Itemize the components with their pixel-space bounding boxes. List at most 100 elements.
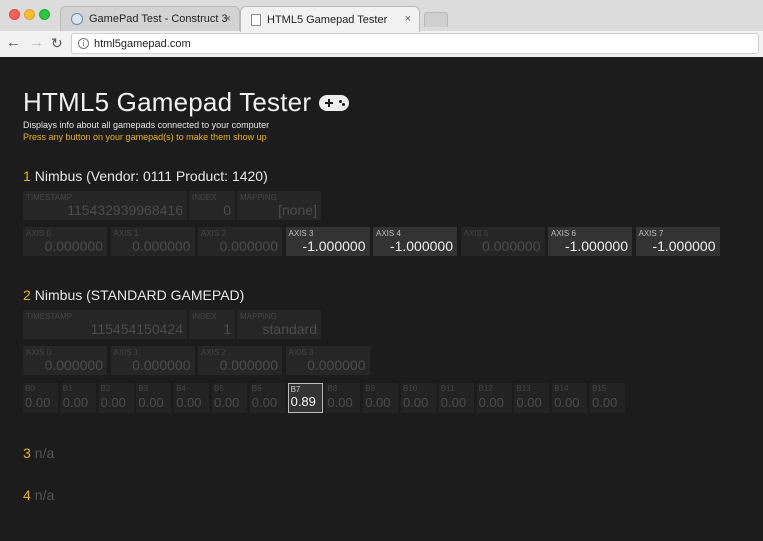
- close-window-button[interactable]: [9, 9, 20, 20]
- button-label: B0: [25, 384, 35, 393]
- axis-label: AXIS 2: [201, 348, 226, 357]
- new-tab-button[interactable]: [424, 12, 448, 27]
- button-cell: B5 0.00: [212, 383, 247, 413]
- button-value: 0.00: [516, 395, 542, 410]
- axis-cell: AXIS 5 0.000000: [460, 227, 545, 256]
- button-label: B6: [251, 384, 262, 393]
- axis-value: 0.000000: [482, 238, 541, 254]
- axis-value: 0.000000: [219, 357, 278, 373]
- button-cell: B12 0.00: [476, 383, 512, 413]
- button-value: 0.00: [554, 395, 580, 410]
- gamepad-3-heading: 3 n/a: [23, 445, 54, 461]
- gamepad-name: n/a: [34, 487, 55, 503]
- page-favicon-icon: [251, 13, 261, 26]
- axis-cell: AXIS 0 0.000000: [23, 346, 107, 375]
- button-cell: B4 0.00: [174, 383, 210, 413]
- timestamp-field: TIMESTAMP 115454150424: [23, 310, 187, 339]
- axis-value: -1.000000: [389, 238, 453, 254]
- button-value: 0.00: [62, 395, 89, 410]
- gamepad-index: 1: [23, 168, 31, 184]
- button-label: B15: [592, 384, 607, 393]
- button-value: 0.00: [403, 395, 429, 410]
- axis-label: AXIS 6: [551, 229, 576, 238]
- button-label: B8: [327, 384, 338, 393]
- back-arrow-icon[interactable]: ←: [6, 34, 21, 52]
- minimize-window-button[interactable]: [24, 9, 35, 20]
- axis-cell: AXIS 0 0.000000: [23, 227, 107, 256]
- tab-close-icon[interactable]: ×: [405, 13, 411, 25]
- page-subtitle: Displays info about all gamepads connect…: [23, 120, 270, 130]
- button-cell: B2 0.00: [98, 383, 134, 413]
- construct-favicon-icon: [71, 13, 83, 25]
- tab-close-icon[interactable]: ×: [225, 13, 231, 25]
- button-value: 0.00: [25, 395, 51, 410]
- axis-label: AXIS 3: [288, 229, 314, 238]
- gamepad-2-heading: 2 Nimbus (STANDARD GAMEPAD): [23, 287, 244, 303]
- tab-html5-gamepad-tester[interactable]: HTML5 Gamepad Tester ×: [240, 6, 420, 32]
- gamepad-icon: [319, 94, 350, 111]
- button-value: 0.00: [440, 395, 467, 410]
- axis-value: -1.000000: [302, 238, 366, 254]
- button-value: 0.00: [214, 395, 240, 410]
- mapping-field: MAPPING standard: [237, 310, 321, 339]
- button-label: B13: [516, 384, 531, 393]
- axis-value: 0.000000: [307, 357, 366, 373]
- axis-label: AXIS 0: [26, 348, 51, 357]
- axis-cell: AXIS 7 -1.000000: [635, 227, 720, 256]
- button-cell: B14 0.00: [552, 383, 588, 413]
- info-icon[interactable]: i: [78, 38, 89, 49]
- button-cell: B8 0.00: [325, 383, 361, 413]
- tab-title: HTML5 Gamepad Tester: [267, 13, 388, 26]
- button-label: B9: [365, 384, 375, 393]
- axis-label: AXIS 2: [201, 229, 226, 238]
- button-cell: B13 0.00: [514, 383, 550, 413]
- axis-label: AXIS 0: [26, 229, 51, 238]
- tab-title: GamePad Test - Construct 3: [89, 13, 228, 25]
- index-field: INDEX 0: [189, 191, 235, 220]
- button-label: B3: [138, 384, 149, 393]
- axis-value: 0.000000: [132, 238, 191, 254]
- index-field: INDEX 1: [189, 310, 235, 339]
- gamepad-1-heading: 1 Nimbus (Vendor: 0111 Product: 1420): [23, 168, 268, 184]
- maximize-window-button[interactable]: [39, 9, 50, 20]
- address-bar[interactable]: i html5gamepad.com: [71, 33, 759, 54]
- button-value: 0.00: [176, 395, 202, 410]
- axis-value: -1.000000: [652, 238, 716, 254]
- url-text: html5gamepad.com: [94, 37, 191, 50]
- button-cell: B0 0.00: [23, 383, 58, 413]
- axis-value: 0.000000: [219, 238, 278, 254]
- button-label: B5: [214, 384, 224, 393]
- axis-cell: AXIS 2 0.000000: [198, 346, 282, 375]
- button-value: 0.00: [100, 395, 126, 410]
- page-title: HTML5 Gamepad Tester: [23, 87, 312, 117]
- axis-cell: AXIS 2 0.000000: [198, 227, 282, 256]
- gamepad-index: 4: [23, 487, 31, 503]
- button-cell: B7 0.89: [287, 383, 323, 413]
- button-cell: B11 0.00: [438, 383, 474, 413]
- reload-icon[interactable]: ↻: [51, 34, 63, 52]
- axis-value: 0.000000: [44, 238, 103, 254]
- gamepad-4-heading: 4 n/a: [23, 487, 54, 503]
- axis-label: AXIS 5: [463, 229, 489, 238]
- axis-value: -1.000000: [564, 238, 628, 254]
- gamepad-index: 2: [23, 287, 31, 303]
- axis-cell: AXIS 6 -1.000000: [548, 227, 632, 256]
- button-cell: B9 0.00: [363, 383, 399, 413]
- button-cell: B3 0.00: [136, 383, 172, 413]
- button-label: B2: [100, 384, 111, 393]
- axis-cell: AXIS 4 -1.000000: [373, 227, 457, 256]
- forward-arrow-icon[interactable]: →: [29, 34, 44, 52]
- button-label: B1: [62, 384, 73, 393]
- axis-label: AXIS 3: [288, 348, 314, 357]
- button-label: B7: [290, 385, 301, 394]
- axis-label: AXIS 1: [113, 348, 139, 357]
- timestamp-field: TIMESTAMP 115432939968416: [23, 191, 187, 220]
- tab-strip: GamePad Test - Construct 3 × HTML5 Gamep…: [0, 0, 763, 32]
- button-value: 0.00: [478, 395, 504, 410]
- button-label: B14: [554, 384, 569, 393]
- gamepad-name: Nimbus (STANDARD GAMEPAD): [34, 287, 245, 303]
- tab-gamepad-test[interactable]: GamePad Test - Construct 3 ×: [60, 6, 240, 31]
- mapping-field: MAPPING [none]: [237, 191, 321, 220]
- axis-label: AXIS 1: [113, 229, 139, 238]
- button-value: 0.00: [138, 395, 164, 410]
